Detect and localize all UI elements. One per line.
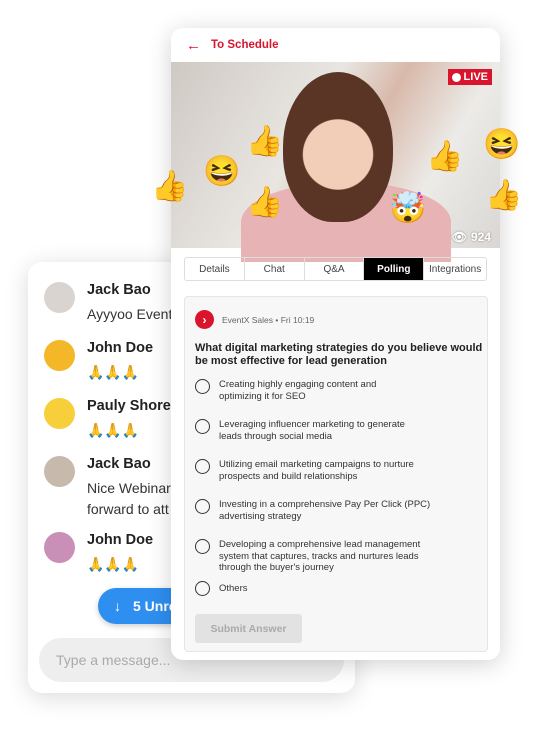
sender-name: Pauly Shore [87,398,171,414]
thumbs-up-icon: 👍 [151,170,189,203]
tab-bar: Details Chat Q&A Polling Integrations [184,257,487,281]
live-label: LIVE [463,71,488,83]
exploding-head-icon: 🤯 [389,192,427,225]
poll-option[interactable]: Investing in a comprehensive Pay Per Cli… [195,499,430,522]
radio-button[interactable] [195,581,210,596]
thumbs-up-icon: 👍 [246,125,284,158]
back-label: To Schedule [211,39,279,51]
message-text: 🙏🙏🙏 [87,422,140,438]
avatar [44,456,75,487]
radio-button[interactable] [195,459,210,474]
live-badge: LIVE [447,69,492,85]
poll-option[interactable]: Developing a comprehensive lead manageme… [195,539,420,574]
back-to-schedule-link[interactable]: ← To Schedule [171,28,500,62]
message-text: 🙏🙏🙏 [87,556,140,572]
event-panel: ← To Schedule LIVE 👁 924 Details Chat Q&A … [171,28,500,660]
eventx-logo: › [195,310,214,329]
option-label: Utilizing email marketing campaigns to n… [219,459,414,482]
avatar [44,282,75,313]
option-label: Creating highly engaging content and opt… [219,379,377,402]
sender-name: Jack Bao [87,456,151,472]
live-dot-icon [451,72,461,82]
chat-message: John Doe 🙏🙏🙏 [44,340,153,383]
input-placeholder: Type a message... [56,652,171,668]
message-text: 🙏🙏🙏 [87,364,140,380]
arrow-down-icon: ↓ [114,598,121,614]
chat-message: Pauly Shore 🙏🙏🙏 [44,398,171,441]
poll-card: › EventX Sales • Fri 10:19 What digital m… [184,296,488,652]
avatar [44,340,75,371]
tab-chat[interactable]: Chat [245,258,305,280]
option-label: Developing a comprehensive lead manageme… [219,539,421,573]
view-count-value: 924 [470,230,491,244]
submit-answer-button[interactable]: Submit Answer [195,614,302,643]
avatar [44,532,75,563]
tab-qa[interactable]: Q&A [305,258,365,280]
option-label: Leveraging influencer marketing to gener… [219,419,405,442]
tab-integrations[interactable]: Integrations [424,258,486,280]
thumbs-up-icon: 👍 [485,179,523,212]
tab-polling[interactable]: Polling [364,258,425,280]
laughing-face-icon: 😆 [203,155,241,188]
radio-button[interactable] [195,539,210,554]
laughing-face-icon: 😆 [483,128,521,161]
chat-message: John Doe 🙏🙏🙏 [44,532,153,575]
chat-message: Jack Bao Ayyyoo Event [44,282,172,325]
poll-option[interactable]: Utilizing email marketing campaigns to n… [195,459,414,482]
tab-details[interactable]: Details [185,258,245,280]
message-text: Nice Webinar forward to att [87,480,171,517]
chat-message: Jack Bao Nice Webinar forward to att [44,456,171,520]
radio-button[interactable] [195,379,210,394]
poll-option[interactable]: Creating highly engaging content and opt… [195,379,376,402]
poll-option[interactable]: Others [195,581,248,596]
option-label: Others [219,582,248,594]
poll-option[interactable]: Leveraging influencer marketing to gener… [195,419,405,442]
sender-name: Jack Bao [87,282,151,298]
view-count: 👁 924 [452,230,491,244]
eye-icon: 👁 [451,230,467,244]
thumbs-up-icon: 👍 [246,186,284,219]
radio-button[interactable] [195,419,210,434]
arrow-left-icon: ← [186,36,201,54]
poll-question: What digital marketing strategies do you… [195,342,483,367]
avatar [44,398,75,429]
option-label: Investing in a comprehensive Pay Per Cli… [219,499,431,522]
poll-author: EventX Sales • Fri 10:19 [222,314,315,325]
sender-name: John Doe [87,340,154,356]
radio-button[interactable] [195,499,210,514]
sender-name: John Doe [87,532,154,548]
thumbs-up-icon: 👍 [426,140,464,173]
speaker-image [283,72,393,222]
message-text: Ayyyoo Event [87,306,173,322]
